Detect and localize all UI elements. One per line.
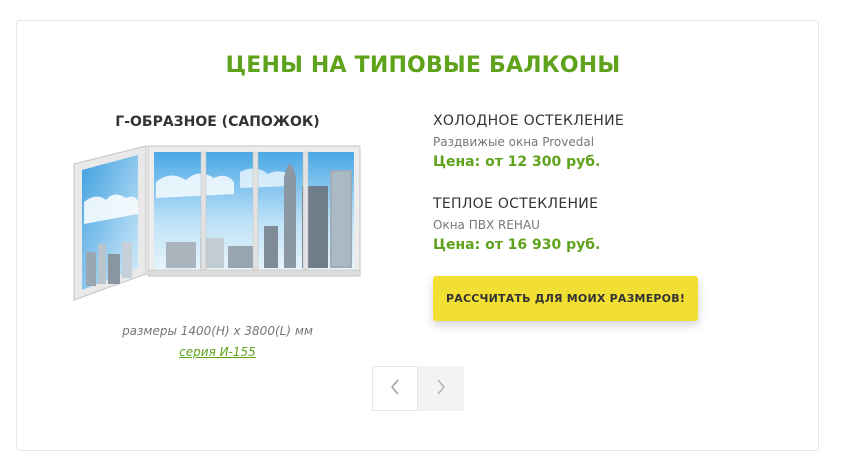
- option-warm-subtitle: Окна ПВХ REHAU: [433, 218, 540, 232]
- chevron-right-icon: [436, 379, 446, 399]
- calculate-button[interactable]: РАССЧИТАТЬ ДЛЯ МОИХ РАЗМЕРОВ!: [433, 276, 698, 321]
- option-cold-subtitle: Раздвижые окна Provedal: [433, 135, 595, 149]
- chevron-left-icon: [390, 379, 400, 399]
- prev-slide-button[interactable]: [372, 366, 418, 411]
- next-slide-button[interactable]: [418, 366, 464, 411]
- series-link-wrap: серия И-155: [70, 345, 365, 359]
- series-link[interactable]: серия И-155: [179, 345, 256, 359]
- option-warm-title: ТЕПЛОЕ ОСТЕКЛЕНИЕ: [433, 196, 599, 212]
- section-title: ЦЕНЫ НА ТИПОВЫЕ БАЛКОНЫ: [225, 53, 621, 78]
- product-name: Г-ОБРАЗНОЕ (САПОЖОК): [115, 114, 320, 130]
- option-warm-price: Цена: от 16 930 руб.: [433, 237, 601, 253]
- product-dimensions: размеры 1400(H) x 3800(L) мм: [122, 324, 313, 338]
- option-cold-title: ХОЛОДНОЕ ОСТЕКЛЕНИЕ: [433, 113, 624, 129]
- balcony-window-image: [70, 142, 365, 306]
- option-cold-price: Цена: от 12 300 руб.: [433, 154, 601, 170]
